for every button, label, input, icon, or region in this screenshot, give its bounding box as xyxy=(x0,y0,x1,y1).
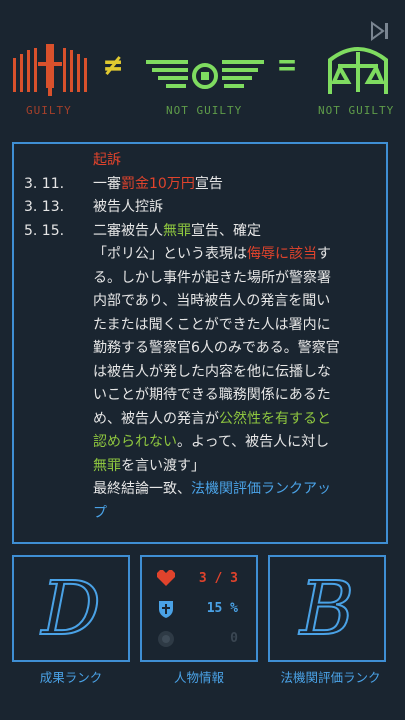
coin-value: 0 xyxy=(230,631,238,646)
not-guilty-label: NOT GUILTY xyxy=(166,104,243,117)
judgment-line: 内部であり、当時被告人の発言を聞い xyxy=(93,290,330,314)
judgment-segment: を言い渡す」 xyxy=(121,457,205,474)
character-info-panel[interactable]: 3 / 3 15 % 0 xyxy=(140,555,258,662)
character-info-label: 人物情報 xyxy=(173,670,224,685)
record-header: 起訴 xyxy=(93,152,121,168)
judgment-line: 最終結論一致、法機関評価ランクアッ xyxy=(93,478,331,502)
judgment-segment: 最終結論一致、 xyxy=(93,481,191,497)
record-entry-text: 一審罰金10万円宣告 xyxy=(93,173,223,197)
judgment-line: いことが期待できる職務関係にあるた xyxy=(93,384,331,408)
judgment-line: 「ポリ公」という表現は侮辱に該当す xyxy=(93,243,331,267)
record-entry-segment: 宣告、確定 xyxy=(191,222,261,239)
judgment-line: プ xyxy=(93,502,107,526)
record-date: 3. 13. xyxy=(24,199,65,215)
equals-symbol: = xyxy=(278,48,297,83)
judgment-segment: いことが期待できる職務関係にあるた xyxy=(93,387,331,403)
judgment-segment: 無罪 xyxy=(93,457,121,474)
hp-value: 3 / 3 xyxy=(198,571,238,586)
case-record-panel[interactable]: 起訴 3. 11. 一審罰金10万円宣告 3. 13. 被告人控訴 5. 15. 二審被告… xyxy=(12,142,388,544)
judgment-segment: 内部であり、当時被告人の発言を聞い xyxy=(93,293,331,309)
judgment-line: 無罪を言い渡す」 xyxy=(93,455,205,479)
shield-icon xyxy=(159,601,173,618)
judgment-line: たまたは聞くことができた人は署内に xyxy=(93,314,331,338)
coin-stat: 0 xyxy=(156,629,246,649)
judgment-segment: たまたは聞くことができた人は署内に xyxy=(93,316,331,333)
record-date: 3. 11. xyxy=(24,175,65,192)
judgment-segment: プ xyxy=(93,504,107,521)
judgment-segment: 「ポリ公」という表現は xyxy=(93,246,247,262)
result-label: NOT GUILTY xyxy=(318,104,395,117)
judgment-segment: 。よって、被告人に対し xyxy=(177,434,330,450)
record-entry-segment: 無罪 xyxy=(163,222,191,239)
record-date: 5. 15. xyxy=(24,222,65,239)
judgment-segment: 法機関評価ランクアッ xyxy=(191,481,331,497)
record-entry-segment: 一審 xyxy=(93,175,121,192)
record-entry-segment: 被告人控訴 xyxy=(93,199,163,215)
agency-rank-panel[interactable]: B xyxy=(268,555,386,662)
agency-rank-letter: B xyxy=(299,565,355,653)
result-rank-panel[interactable]: D xyxy=(12,555,130,662)
heart-icon xyxy=(157,570,175,586)
judgment-line: め、被告人の発言が公然性を有すると xyxy=(93,408,331,432)
record-entry-segment: 罰金10万円 xyxy=(121,175,195,192)
record-entry-segment: 二審被告人 xyxy=(93,222,163,239)
record-entry-segment: 宣告 xyxy=(194,175,223,192)
record-entry-text: 被告人控訴 xyxy=(93,196,163,220)
record-entry-text: 二審被告人無罪宣告、確定 xyxy=(93,220,261,244)
result-rank-label: 成果ランク xyxy=(39,670,103,685)
defense-stat: 15 % xyxy=(156,599,246,619)
judgment-segment: め、被告人の発言が xyxy=(93,410,219,427)
judgment-segment: す xyxy=(317,246,331,262)
judgment-segment: 認められない xyxy=(93,434,177,450)
judgment-segment: 侮辱に該当 xyxy=(247,246,317,262)
agency-rank-label: 法機関評価ランク xyxy=(280,670,381,685)
guilty-sword-icon xyxy=(13,44,87,96)
not-guilty-scales-icon xyxy=(328,47,388,94)
result-rank-letter: D xyxy=(40,565,101,653)
judgment-segment: る。しかし事件が起きた場所が警察署 xyxy=(93,269,331,286)
judgment-line: 勤務する警察官6人のみである。警察官 xyxy=(93,337,340,361)
hp-stat: 3 / 3 xyxy=(156,569,246,589)
verdict-bar: GUILTY ≠ NOT GUILTY = NOT GUILTY xyxy=(0,44,405,124)
not-guilty-wings-icon xyxy=(146,60,264,89)
defense-value: 15 % xyxy=(206,601,238,616)
judgment-segment: 勤務する警察官6人のみである。警察官 xyxy=(93,340,340,356)
not-equal-symbol: ≠ xyxy=(104,48,123,83)
judgment-line: は被告人が発した内容を他に伝播しな xyxy=(93,361,331,385)
judgment-line: 認められない。よって、被告人に対し xyxy=(93,431,329,455)
guilty-label: GUILTY xyxy=(26,104,72,117)
coin-icon xyxy=(158,631,174,647)
judgment-segment: 公然性を有すると xyxy=(219,410,331,427)
judgment-segment: は被告人が発した内容を他に伝播しな xyxy=(93,363,331,380)
skip-icon xyxy=(371,21,388,41)
judgment-line: る。しかし事件が起きた場所が警察署 xyxy=(93,267,331,291)
skip-button[interactable] xyxy=(369,20,391,42)
